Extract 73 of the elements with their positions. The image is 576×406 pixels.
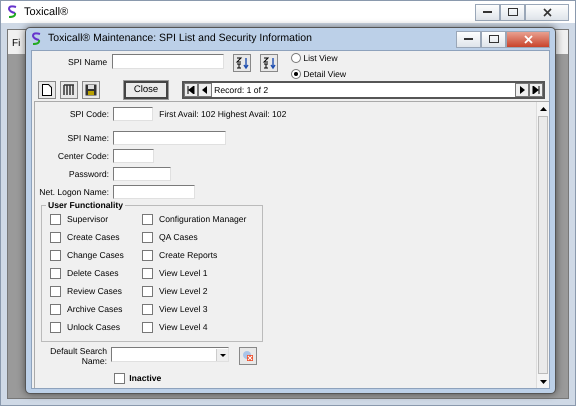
checkbox-item[interactable]: View Level 4 [142, 320, 208, 334]
checkbox-item[interactable]: Create Cases [50, 230, 120, 244]
menu-item[interactable]: Fi [12, 36, 20, 48]
last-record-icon [532, 86, 540, 94]
maximize-icon [488, 35, 498, 43]
checkbox-item[interactable]: Create Reports [142, 248, 218, 262]
field-label: Center Code: [56, 150, 109, 162]
app-logo-icon [7, 5, 18, 19]
text-field[interactable] [113, 149, 154, 163]
checkbox-item[interactable]: Configuration Manager [142, 212, 246, 226]
scroll-down-icon [540, 380, 546, 384]
previous-record-button[interactable] [198, 83, 212, 97]
clear-search-icon [242, 350, 254, 362]
scrollbar[interactable] [536, 102, 549, 388]
close-button[interactable] [525, 4, 569, 20]
close-button[interactable]: Close [124, 81, 168, 99]
field-label: SPI Name [68, 56, 108, 69]
record-counter: Record: 1 of 2 [214, 84, 270, 96]
checkbox-item[interactable]: View Level 3 [142, 302, 208, 316]
first-record-button[interactable] [184, 83, 198, 97]
clear-search-button[interactable] [239, 347, 257, 365]
group-title: User Functionality [46, 199, 125, 212]
close-icon [542, 8, 552, 16]
next-record-button[interactable] [515, 83, 529, 97]
checkbox-item[interactable]: Supervisor [50, 212, 108, 226]
field-label: SPI Name: [66, 132, 109, 144]
field-note: First Avail: 102 Highest Avail: 102 [159, 108, 286, 120]
view-radio[interactable]: Detail View [291, 68, 346, 81]
scroll-up-icon [540, 106, 546, 110]
close-icon [524, 34, 532, 44]
field-label: SPI Code: [68, 108, 109, 120]
maximize-button[interactable] [500, 4, 525, 20]
checkbox-item[interactable]: Delete Cases [50, 266, 119, 280]
minimize-icon [464, 38, 473, 40]
checkbox-item[interactable]: QA Cases [142, 230, 198, 244]
sort-ascending-button[interactable] [233, 54, 252, 72]
save-button[interactable] [82, 81, 100, 99]
next-record-icon [519, 86, 525, 94]
new-document-button[interactable] [38, 81, 56, 99]
field-label: Default Search Name: [49, 347, 107, 367]
last-record-button[interactable] [529, 83, 543, 97]
sort-descending-icon [262, 56, 276, 70]
sort-descending-button[interactable] [260, 54, 278, 72]
text-field[interactable] [113, 107, 153, 121]
checkbox-item[interactable]: View Level 2 [142, 284, 208, 298]
checkbox-item[interactable]: Change Cases [50, 248, 124, 262]
checkbox-item[interactable]: Review Cases [50, 284, 122, 298]
checkbox-item[interactable]: Unlock Cases [50, 320, 120, 334]
minimize-button[interactable] [475, 4, 500, 20]
checkbox-item[interactable]: Archive Cases [50, 302, 122, 316]
minimize-icon [483, 10, 492, 14]
dialog-title: Toxicall® Maintenance: SPI List and Security Information [48, 31, 312, 46]
window-title: Toxicall® [24, 4, 68, 20]
save-icon [85, 84, 97, 96]
field-label: Password: [68, 168, 109, 180]
new-document-icon [42, 84, 52, 96]
grid-button[interactable] [60, 81, 78, 99]
text-field[interactable] [113, 185, 195, 199]
spi-name-field[interactable] [112, 54, 224, 69]
default-search-dropdown[interactable] [111, 347, 229, 362]
app-logo-icon [31, 32, 42, 46]
text-field[interactable] [113, 131, 226, 145]
text-field[interactable] [113, 167, 171, 181]
grid-icon [63, 84, 75, 96]
field-label: Net. Logon Name: [38, 186, 109, 198]
sort-ascending-icon [235, 56, 250, 70]
minimize-button[interactable] [456, 30, 481, 48]
view-radio[interactable]: List View [291, 52, 346, 65]
maximize-icon [508, 8, 518, 16]
previous-record-icon [202, 86, 208, 94]
checkbox-item[interactable]: View Level 1 [142, 266, 208, 280]
first-record-icon [187, 86, 195, 94]
maximize-button[interactable] [481, 30, 506, 48]
